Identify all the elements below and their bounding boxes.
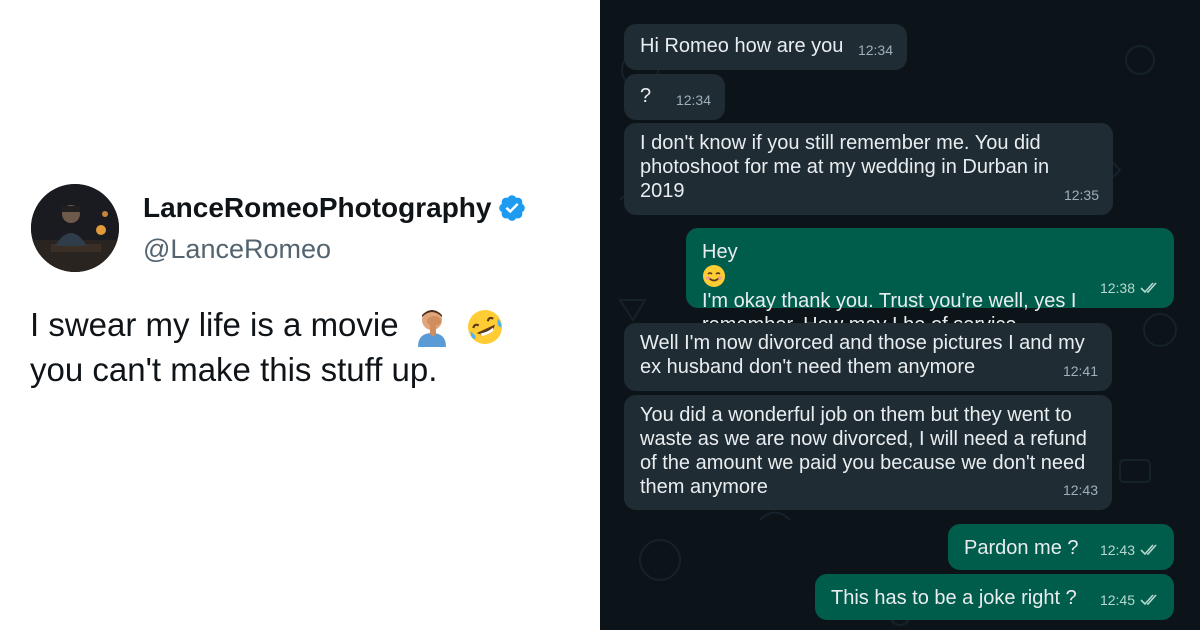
message-timestamp: 12:34 [675, 92, 711, 108]
double-check-read-icon [1140, 282, 1157, 294]
message-text: Pardon me ? [964, 537, 1079, 559]
tweet-text: I swear my life is a movie you can't mak… [30, 302, 590, 392]
display-name-text: LanceRomeoPhotography [143, 192, 492, 223]
message-text: You did a wonderful job on them but they… [640, 404, 1087, 498]
message-bubble-outgoing[interactable]: This has to be a joke right ? 12:45 [815, 574, 1174, 620]
message-bubble-outgoing[interactable]: Hey I'm okay thank you. Trust you're wel… [686, 228, 1174, 336]
display-name[interactable]: LanceRomeoPhotography [143, 192, 527, 224]
message-text: This has to be a joke right ? [831, 587, 1077, 609]
message-meta: 12:43 [1100, 538, 1160, 562]
verified-badge-icon [499, 195, 526, 221]
user-handle[interactable]: @LanceRomeo [143, 234, 331, 265]
man-facepalming-emoji [417, 310, 446, 348]
double-check-read-icon [1140, 594, 1157, 606]
chat-screenshot: Hi Romeo how are you 12:34 ? 12:34 I don… [600, 0, 1200, 630]
message-text: ? [640, 85, 652, 107]
message-text: Well I'm now divorced and those pictures… [640, 332, 1085, 378]
tweet-card: LanceRomeoPhotography @LanceRomeo I swea… [0, 0, 600, 630]
message-timestamp: 12:43 [1062, 482, 1098, 498]
message-bubble-outgoing[interactable]: Pardon me ? 12:43 [948, 524, 1174, 570]
message-bubble-incoming[interactable]: You did a wonderful job on them but they… [624, 395, 1112, 510]
tweet-text-line-2: you can't make this stuff up. [30, 351, 438, 389]
message-bubble-incoming[interactable]: ? 12:34 [624, 74, 725, 120]
message-timestamp: 12:38 [1099, 280, 1135, 296]
message-bubble-incoming[interactable]: Hi Romeo how are you 12:34 [624, 24, 907, 70]
message-text-part: Hey [702, 241, 738, 263]
message-meta: 12:38 [1100, 276, 1160, 300]
message-timestamp: 12:45 [1099, 592, 1135, 608]
message-text: I don't know if you still remember me. Y… [640, 132, 1050, 202]
smiling-face-emoji [703, 265, 725, 287]
double-check-read-icon [1140, 544, 1157, 556]
rolling-on-floor-laughing-emoji [467, 310, 502, 345]
message-bubble-incoming[interactable]: Well I'm now divorced and those pictures… [624, 323, 1112, 391]
message-text: Hi Romeo how are you [640, 35, 844, 57]
message-meta: 12:45 [1100, 588, 1160, 612]
message-timestamp: 12:34 [857, 42, 893, 58]
tweet-text-line-1: I swear my life is a movie [30, 306, 399, 343]
message-timestamp: 12:43 [1099, 542, 1135, 558]
message-timestamp: 12:35 [1063, 187, 1099, 203]
avatar[interactable] [31, 184, 119, 272]
message-timestamp: 12:41 [1062, 363, 1098, 379]
message-bubble-incoming[interactable]: I don't know if you still remember me. Y… [624, 123, 1113, 215]
